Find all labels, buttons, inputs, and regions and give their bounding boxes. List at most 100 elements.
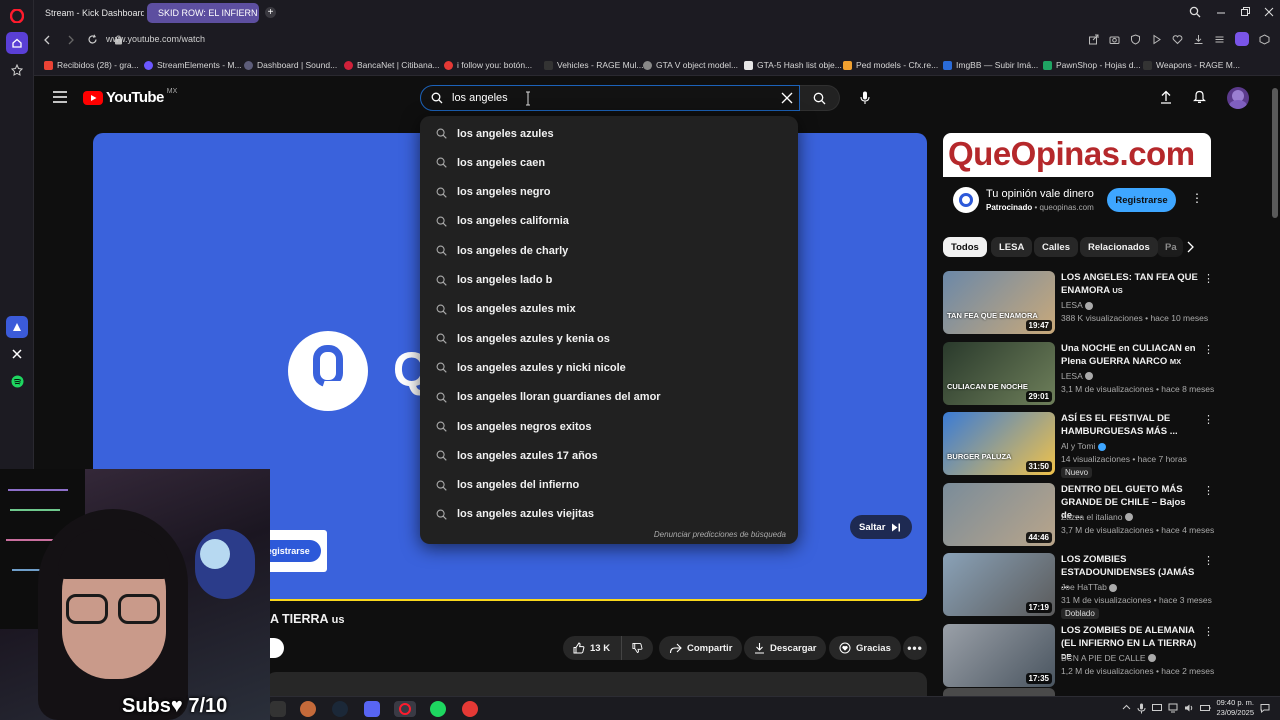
volume-tray-icon[interactable] [1184, 703, 1194, 714]
bookmark-item[interactable]: Vehicles - RAGE Mul... [544, 60, 643, 70]
account-avatar[interactable] [1227, 87, 1249, 109]
chips-next-icon[interactable] [1185, 240, 1203, 256]
video-menu-icon[interactable]: ⋮ [1203, 484, 1214, 497]
download-button[interactable]: Descargar [744, 636, 827, 660]
search-suggestion-item[interactable]: los angeles lloran guardianes del amor [420, 383, 798, 412]
search-suggestion-item[interactable]: los angeles de charly [420, 236, 798, 265]
vpn-shield-icon[interactable] [1130, 34, 1141, 46]
pinboard-icon[interactable] [6, 59, 28, 81]
bookmark-item[interactable]: StreamElements - M... [144, 60, 242, 70]
search-suggestion-item[interactable]: los angeles azules viejitas [420, 500, 798, 529]
dislike-button[interactable] [621, 636, 653, 660]
opera-logo-icon[interactable] [6, 5, 28, 27]
chip-relacionados[interactable]: Relacionados [1080, 237, 1158, 257]
discord-icon[interactable] [364, 701, 380, 717]
channel-name[interactable]: Al y Tomi [1061, 440, 1231, 452]
clock[interactable]: 09:40 p. m. 23/09/2025 [1200, 698, 1254, 718]
notifications-bell-icon[interactable] [1193, 90, 1206, 104]
clear-search-icon[interactable] [781, 92, 793, 104]
downloads-icon[interactable] [1193, 34, 1204, 46]
restore-window-icon[interactable] [1239, 6, 1251, 18]
new-tab-button[interactable]: + [265, 7, 276, 18]
forward-icon[interactable] [66, 35, 76, 45]
player-icon[interactable] [1151, 34, 1162, 46]
share-button[interactable]: Compartir [659, 636, 743, 660]
network-tray-icon[interactable] [1168, 703, 1178, 714]
reload-icon[interactable] [87, 34, 98, 45]
video-menu-icon[interactable]: ⋮ [1203, 272, 1214, 285]
video-title[interactable]: LOS ANGELES: TAN FEA QUE ENAMORA US [1061, 271, 1199, 297]
tab-kick-dashboard[interactable]: Stream - Kick Dashboard [34, 3, 144, 23]
tray-chevron-icon[interactable] [1122, 703, 1131, 714]
video-thumbnail[interactable]: TAN FEA QUE ENAMORA 19:47 [943, 271, 1055, 334]
upload-icon[interactable] [1160, 90, 1172, 104]
search-suggestion-item[interactable]: los angeles azules y nicki nicole [420, 353, 798, 382]
video-menu-icon[interactable]: ⋮ [1203, 413, 1214, 426]
tab-search-icon[interactable] [1189, 6, 1201, 18]
taskbar-app-icon[interactable] [270, 701, 286, 717]
page-scrollbar-thumb[interactable] [1272, 88, 1278, 218]
youtube-logo[interactable]: YouTube MX [83, 88, 177, 106]
bookmark-item[interactable]: BancaNet | Citibana... [344, 60, 440, 70]
extensions-cube-icon[interactable] [1259, 34, 1270, 46]
chip-lesa[interactable]: LESA [991, 237, 1033, 257]
home-icon[interactable] [6, 32, 28, 54]
bookmark-item[interactable]: ImgBB — Subir Imá... [943, 60, 1038, 70]
opera-taskbar-icon[interactable] [394, 701, 416, 717]
camera-icon[interactable] [1109, 34, 1120, 46]
aria-icon[interactable] [6, 316, 28, 338]
bookmark-heart-icon[interactable] [1172, 34, 1183, 46]
search-button[interactable] [800, 85, 840, 111]
ad-cta-button[interactable]: Registrarse [1107, 188, 1176, 212]
video-menu-icon[interactable]: ⋮ [1203, 625, 1214, 638]
chip-partial[interactable]: Pa [1157, 237, 1183, 257]
like-button[interactable]: 13 K [563, 636, 621, 660]
more-actions-button[interactable]: ••• [903, 636, 927, 660]
steam-icon[interactable] [332, 701, 348, 717]
video-title[interactable]: Una NOCHE en CULIACAN en Plena GUERRA NA… [1061, 342, 1199, 368]
video-menu-icon[interactable]: ⋮ [1203, 343, 1214, 356]
skip-ad-button[interactable]: Saltar [850, 515, 912, 539]
search-box[interactable]: los angeles [420, 85, 800, 111]
channel-name[interactable]: LESA [1061, 299, 1231, 311]
spotify-icon[interactable] [6, 370, 28, 392]
video-title[interactable]: ASÍ ES EL FESTIVAL DE HAMBURGUESAS MÁS .… [1061, 412, 1199, 438]
search-suggestion-item[interactable]: los angeles negro [420, 178, 798, 207]
notification-center-icon[interactable] [1260, 703, 1270, 713]
microphone-tray-icon[interactable] [1137, 703, 1146, 714]
search-suggestion-item[interactable]: los angeles azules 17 años [420, 441, 798, 470]
easy-setup-icon[interactable] [1214, 34, 1225, 46]
description-box[interactable] [266, 672, 927, 696]
video-thumbnail[interactable]: BURGER PALUZA 31:50 [943, 412, 1055, 475]
bookmark-item[interactable]: Ped models - Cfx.re... [843, 60, 938, 70]
back-icon[interactable] [42, 35, 52, 45]
search-suggestion-item[interactable]: los angeles del infierno [420, 471, 798, 500]
video-thumbnail[interactable]: 44:46 [943, 482, 1055, 546]
search-suggestion-item[interactable]: los angeles negros exitos [420, 412, 798, 441]
ad-banner[interactable]: QueOpinas.com [943, 133, 1211, 177]
bookmark-item[interactable]: PawnShop - Hojas d... [1043, 60, 1141, 70]
taskbar-app-icon[interactable] [462, 701, 478, 717]
report-predictions-link[interactable]: Denunciar predicciones de búsqueda [654, 530, 786, 539]
channel-name[interactable]: Joe HaTTab [1061, 581, 1231, 593]
hamburger-menu-icon[interactable] [53, 91, 67, 103]
bookmark-item[interactable]: GTA V object model... [643, 60, 738, 70]
spotify-taskbar-icon[interactable] [430, 701, 446, 717]
tab-youtube-video[interactable]: SKID ROW: EL INFIERN [147, 3, 259, 23]
ad-menu-icon[interactable]: ⋮ [1191, 191, 1203, 205]
search-suggestion-item[interactable]: los angeles azules mix [420, 295, 798, 324]
bookmark-item[interactable]: Recibidos (28) - gra... [44, 60, 139, 70]
search-suggestion-item[interactable]: los angeles caen [420, 148, 798, 177]
search-suggestion-item[interactable]: los angeles lado b [420, 266, 798, 295]
video-thumbnail[interactable]: 17:19 [943, 553, 1055, 616]
minimize-window-icon[interactable] [1215, 6, 1227, 18]
channel-name[interactable]: Zazza el italiano [1061, 511, 1231, 523]
search-suggestion-item[interactable]: los angeles california [420, 207, 798, 236]
channel-name[interactable]: BCN A PIE DE CALLE [1061, 652, 1231, 664]
bookmark-item[interactable]: Weapons - RAGE M... [1143, 60, 1240, 70]
share-page-icon[interactable] [1088, 34, 1099, 46]
search-suggestion-item[interactable]: los angeles azules y kenia os [420, 324, 798, 353]
chip-calles[interactable]: Calles [1034, 237, 1078, 257]
search-suggestion-item[interactable]: los angeles azules [420, 119, 798, 148]
video-menu-icon[interactable]: ⋮ [1203, 554, 1214, 567]
